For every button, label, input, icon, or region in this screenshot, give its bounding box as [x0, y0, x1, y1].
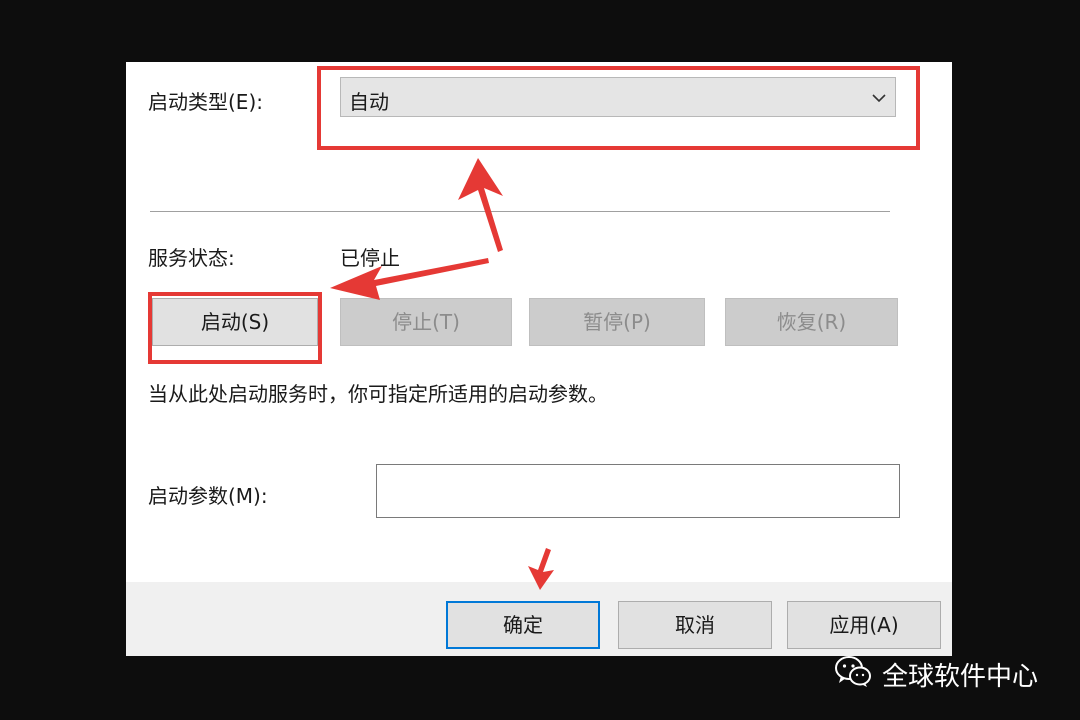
start-params-input[interactable]	[376, 464, 900, 518]
start-params-label: 启动参数(M):	[148, 484, 268, 508]
startup-type-select[interactable]: 自动	[340, 77, 896, 117]
start-params-hint: 当从此处启动服务时，你可指定所适用的启动参数。	[148, 382, 608, 406]
watermark-text: 全球软件中心	[882, 662, 1039, 692]
chevron-down-icon	[872, 94, 886, 103]
section-divider	[150, 211, 890, 212]
ok-button[interactable]: 确定	[446, 601, 600, 649]
dialog-footer: 确定 取消 应用(A)	[126, 582, 952, 656]
stop-button[interactable]: 停止(T)	[340, 298, 512, 346]
startup-type-label: 启动类型(E):	[148, 90, 263, 114]
resume-button[interactable]: 恢复(R)	[725, 298, 898, 346]
service-properties-dialog: 启动类型(E): 自动 服务状态: 已停止 启动(S) 停止(T) 暂停(P) …	[126, 62, 952, 656]
cancel-button[interactable]: 取消	[618, 601, 772, 649]
startup-type-value: 自动	[349, 90, 389, 114]
pause-button[interactable]: 暂停(P)	[529, 298, 705, 346]
service-status-value: 已停止	[340, 246, 400, 270]
wechat-icon	[835, 656, 871, 687]
service-status-label: 服务状态:	[148, 246, 235, 270]
apply-button[interactable]: 应用(A)	[787, 601, 941, 649]
start-button[interactable]: 启动(S)	[152, 298, 318, 346]
